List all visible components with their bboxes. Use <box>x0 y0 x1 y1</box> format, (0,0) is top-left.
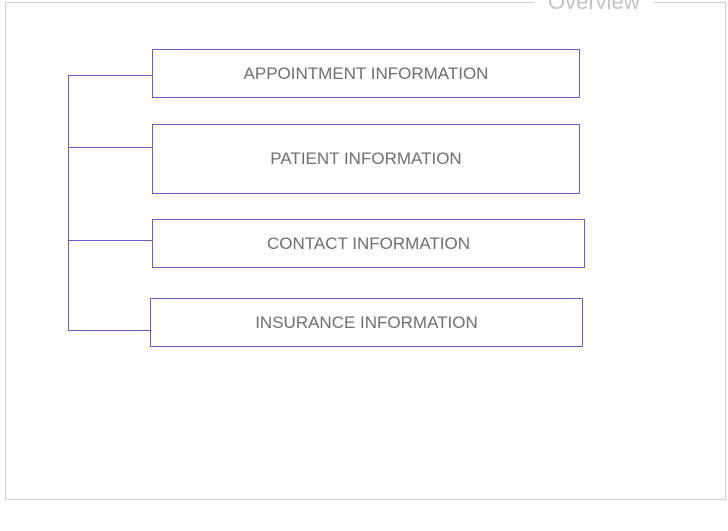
section-label: APPOINTMENT INFORMATION <box>243 63 489 83</box>
section-appointment-information[interactable]: APPOINTMENT INFORMATION <box>152 49 580 98</box>
section-insurance-information[interactable]: INSURANCE INFORMATION <box>150 298 583 347</box>
section-patient-information[interactable]: PATIENT INFORMATION <box>152 124 580 194</box>
section-label: CONTACT INFORMATION <box>266 233 471 253</box>
section-label: INSURANCE INFORMATION <box>255 312 478 332</box>
section-label: PATIENT INFORMATION <box>270 149 462 168</box>
section-contact-information[interactable]: CONTACT INFORMATION <box>152 219 585 268</box>
